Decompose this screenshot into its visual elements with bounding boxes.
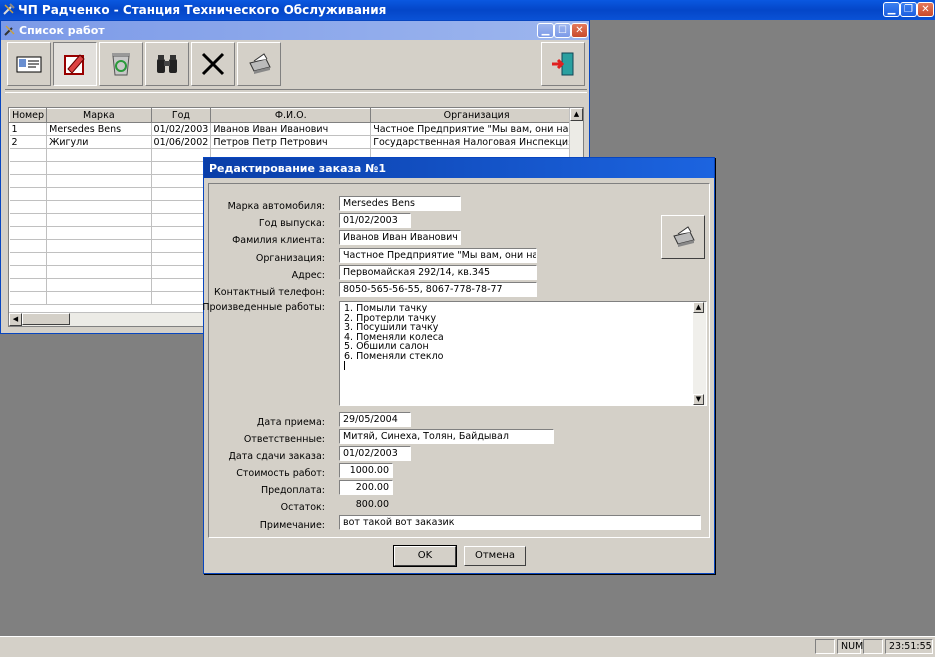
client-field[interactable]: Иванов Иван Иванович xyxy=(339,230,461,245)
work-list-title: Список работ xyxy=(19,24,105,37)
label-delivery: Дата сдачи заказа: xyxy=(228,451,325,462)
status-panel-empty xyxy=(815,639,835,654)
dialog-panel: Марка автомобиля: Mersedes Bens Год выпу… xyxy=(202,183,710,538)
dialog-print-button[interactable] xyxy=(661,215,705,259)
year-field[interactable]: 01/02/2003 xyxy=(339,213,411,228)
address-field[interactable]: Первомайская 292/14, кв.345 xyxy=(339,265,537,280)
delivery-date-field[interactable]: 01/02/2003 xyxy=(339,446,411,461)
ok-button[interactable]: OK xyxy=(393,545,457,567)
label-prepay: Предоплата: xyxy=(260,485,325,496)
cell-brand: Жигули xyxy=(46,135,152,149)
works-line: 6. Поменяли стекло xyxy=(344,350,444,362)
scroll-up-icon[interactable]: ▲ xyxy=(570,108,583,121)
label-brand: Марка автомобиля: xyxy=(227,201,325,212)
edit-icon xyxy=(64,54,85,75)
status-panel-empty xyxy=(863,639,883,654)
binoculars-icon xyxy=(157,55,177,73)
cell-org: Государственная Налоговая Инспекция xyxy=(370,135,583,149)
org-field[interactable]: Частное Предприятие "Мы вам, они нам" xyxy=(339,248,537,263)
table-row[interactable]: 2 Жигули 01/06/2002 Петров Петр Петрович… xyxy=(9,135,583,149)
cell-name: Иванов Иван Иванович xyxy=(210,122,372,136)
list-maximize-button[interactable]: ☐ xyxy=(554,23,571,38)
label-note: Примечание: xyxy=(259,520,325,531)
work-list-title-bar: Список работ ▁ ☐ ✕ xyxy=(1,21,589,40)
responsible-field[interactable]: Митяй, Синеха, Толян, Байдывал xyxy=(339,429,554,444)
list-minimize-button[interactable]: ▁ xyxy=(537,23,554,38)
cell-year: 01/06/2002 xyxy=(151,135,212,149)
cell-org: Частное Предприятие "Мы вам, они нам" xyxy=(370,122,583,136)
status-clock: 23:51:55 xyxy=(885,639,933,654)
label-responsible: Ответственные: xyxy=(243,434,325,445)
dialog-title: Редактирование заказа №1 xyxy=(209,162,387,175)
toolbar-separator xyxy=(5,89,587,93)
cancel-button[interactable]: Отмена xyxy=(464,546,526,566)
cell-number: 2 xyxy=(9,135,48,149)
prepay-field[interactable]: 200.00 xyxy=(339,480,393,495)
label-year: Год выпуска: xyxy=(258,218,325,229)
column-header-year[interactable]: Год xyxy=(150,108,212,123)
recycle-button[interactable] xyxy=(99,42,143,86)
column-header-brand[interactable]: Марка xyxy=(46,108,152,123)
label-org: Организация: xyxy=(255,253,325,264)
app-title-bar: ЧП Радченко - Станция Технического Обслу… xyxy=(0,0,935,20)
restore-button[interactable]: ❐ xyxy=(900,2,917,17)
note-field[interactable]: вот такой вот заказик xyxy=(339,515,701,530)
search-button[interactable] xyxy=(145,42,189,86)
close-button[interactable]: ✕ xyxy=(917,2,934,17)
cell-name: Петров Петр Петрович xyxy=(210,135,372,149)
delete-button[interactable] xyxy=(191,42,235,86)
card-button[interactable] xyxy=(7,42,51,86)
edit-button[interactable] xyxy=(53,42,97,86)
label-received: Дата приема: xyxy=(256,417,325,428)
table-row[interactable]: 1 Mersedes Bens 01/02/2003 Иванов Иван И… xyxy=(9,122,583,136)
scroll-up-icon[interactable]: ▲ xyxy=(693,302,704,313)
num-lock-indicator: NUM xyxy=(837,639,863,654)
label-client: Фамилия клиента: xyxy=(232,235,325,246)
brand-field[interactable]: Mersedes Bens xyxy=(339,196,461,211)
column-header-name[interactable]: Ф.И.О. xyxy=(210,108,372,123)
printer-icon xyxy=(249,53,271,74)
scroll-down-icon[interactable]: ▼ xyxy=(693,394,704,405)
tools-icon xyxy=(4,25,15,36)
card-icon xyxy=(16,56,42,73)
scroll-left-icon[interactable]: ◀ xyxy=(9,313,22,326)
label-cost: Стоимость работ: xyxy=(236,468,325,479)
label-address: Адрес: xyxy=(291,270,325,281)
scroll-thumb[interactable] xyxy=(22,313,70,325)
column-header-number[interactable]: Номер xyxy=(9,108,48,123)
label-works: Произведенные работы: xyxy=(202,302,325,313)
works-memo[interactable]: 1. Помыли тачку 2. Протерли тачку 3. Пос… xyxy=(339,301,707,406)
cost-field[interactable]: 1000.00 xyxy=(339,463,393,478)
memo-scrollbar[interactable]: ▲ ▼ xyxy=(693,302,706,405)
cell-brand: Mersedes Bens xyxy=(46,122,152,136)
delete-x-icon xyxy=(201,52,225,76)
cell-year: 01/02/2003 xyxy=(151,122,212,136)
cell-number: 1 xyxy=(9,122,48,136)
tools-icon xyxy=(3,3,15,15)
rest-value: 800.00 xyxy=(339,497,393,512)
phone-field[interactable]: 8050-565-56-55, 8067-778-78-77 xyxy=(339,282,537,297)
column-header-org[interactable]: Организация xyxy=(370,108,583,123)
label-phone: Контактный телефон: xyxy=(214,287,325,298)
print-button[interactable] xyxy=(237,42,281,86)
exit-button[interactable] xyxy=(541,42,585,86)
label-rest: Остаток: xyxy=(280,502,325,513)
received-date-field[interactable]: 29/05/2004 xyxy=(339,412,411,427)
dialog-title-bar: Редактирование заказа №1 xyxy=(204,158,714,178)
recycle-icon xyxy=(112,53,130,76)
status-message xyxy=(0,639,813,654)
app-title: ЧП Радченко - Станция Технического Обслу… xyxy=(18,3,387,17)
text-cursor xyxy=(344,361,345,370)
exit-door-icon xyxy=(552,52,574,76)
status-bar: NUM 23:51:55 xyxy=(0,636,935,657)
edit-order-dialog: Редактирование заказа №1 Марка автомобил… xyxy=(202,157,715,574)
list-close-button[interactable]: ✕ xyxy=(571,23,588,38)
minimize-button[interactable]: ▁ xyxy=(883,2,900,17)
printer-icon xyxy=(673,226,695,247)
